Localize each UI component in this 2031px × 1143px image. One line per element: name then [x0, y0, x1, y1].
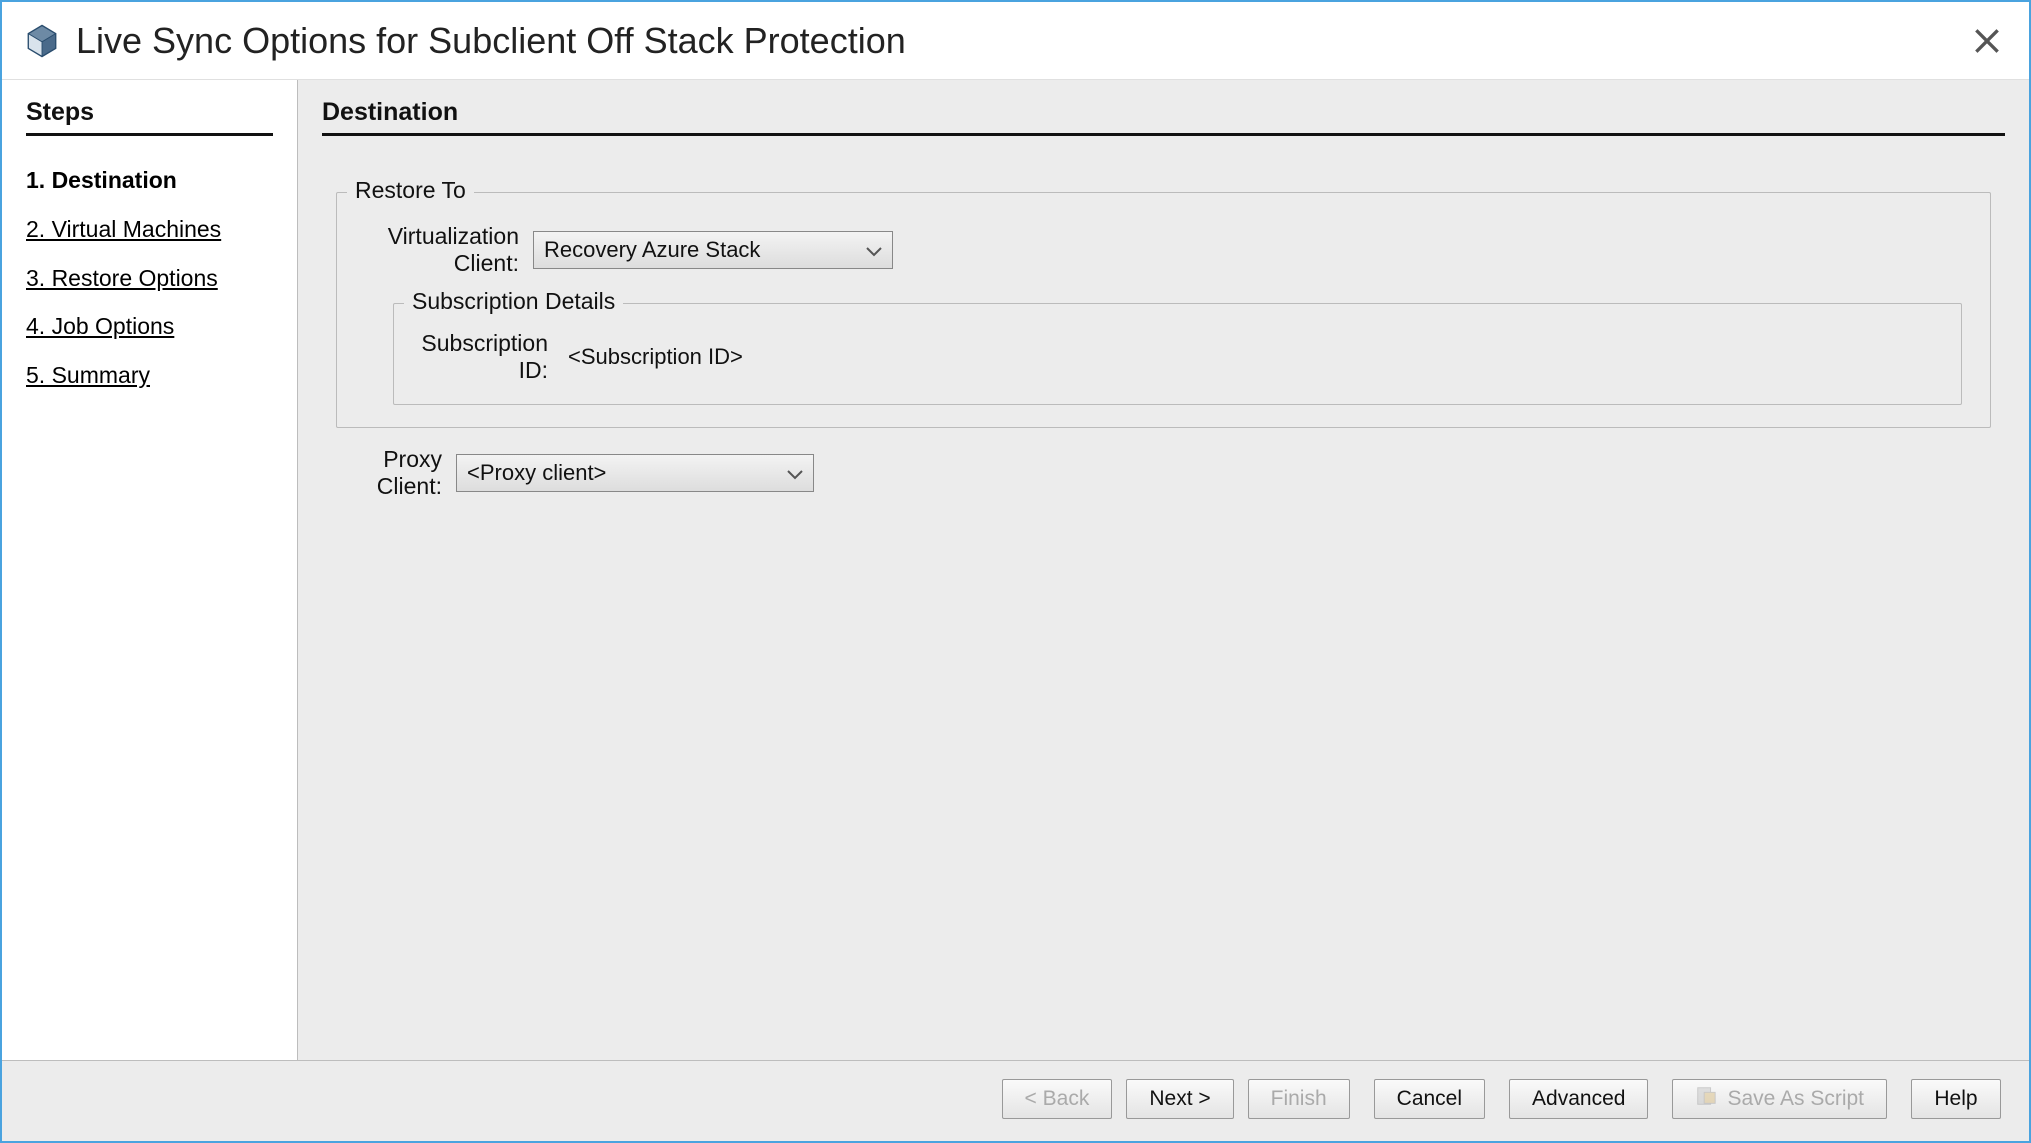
wizard-footer: < Back Next > Finish Cancel Advanced Sav…	[2, 1060, 2029, 1141]
app-icon	[24, 23, 60, 59]
form-area: Restore To Virtualization Client: Recove…	[322, 136, 2005, 1060]
script-icon	[1695, 1085, 1717, 1113]
help-button[interactable]: Help	[1911, 1079, 2001, 1119]
wizard-window: Live Sync Options for Subclient Off Stac…	[0, 0, 2031, 1143]
virtualization-client-value: Recovery Azure Stack	[544, 237, 760, 263]
subscription-id-value: <Subscription ID>	[562, 344, 743, 370]
proxy-client-label: Proxy Client:	[336, 446, 456, 500]
close-icon	[1971, 25, 2003, 57]
window-title: Live Sync Options for Subclient Off Stac…	[76, 20, 1967, 62]
virtualization-client-row: Virtualization Client: Recovery Azure St…	[365, 223, 1962, 277]
cancel-button[interactable]: Cancel	[1374, 1079, 1485, 1119]
advanced-button[interactable]: Advanced	[1509, 1079, 1648, 1119]
subscription-id-row: Subscription ID: <Subscription ID>	[418, 330, 1937, 384]
restore-to-legend: Restore To	[347, 177, 474, 204]
next-button[interactable]: Next >	[1126, 1079, 1233, 1119]
save-as-script-label: Save As Script	[1727, 1087, 1864, 1111]
restore-to-group: Restore To Virtualization Client: Recove…	[336, 192, 1991, 428]
subscription-details-legend: Subscription Details	[404, 288, 623, 315]
chevron-down-icon	[787, 460, 803, 486]
main-panel: Destination Restore To Virtualization Cl…	[298, 80, 2029, 1060]
back-button[interactable]: < Back	[1002, 1079, 1113, 1119]
titlebar: Live Sync Options for Subclient Off Stac…	[2, 2, 2029, 80]
subscription-details-group: Subscription Details Subscription ID: <S…	[393, 303, 1962, 405]
step-summary[interactable]: 5. Summary	[26, 357, 273, 394]
step-virtual-machines[interactable]: 2. Virtual Machines	[26, 211, 273, 248]
steps-sidebar: Steps 1. Destination 2. Virtual Machines…	[2, 80, 298, 1060]
step-destination[interactable]: 1. Destination	[26, 162, 273, 199]
save-as-script-button[interactable]: Save As Script	[1672, 1079, 1887, 1119]
proxy-client-row: Proxy Client: <Proxy client>	[336, 446, 1991, 500]
virtualization-client-select[interactable]: Recovery Azure Stack	[533, 231, 893, 269]
proxy-client-value: <Proxy client>	[467, 460, 606, 486]
close-button[interactable]	[1967, 21, 2007, 61]
proxy-client-select[interactable]: <Proxy client>	[456, 454, 814, 492]
wizard-body: Steps 1. Destination 2. Virtual Machines…	[2, 80, 2029, 1060]
page-title: Destination	[322, 98, 2005, 136]
virtualization-client-label: Virtualization Client:	[365, 223, 533, 277]
finish-button[interactable]: Finish	[1248, 1079, 1350, 1119]
subscription-id-label: Subscription ID:	[418, 330, 562, 384]
step-restore-options[interactable]: 3. Restore Options	[26, 260, 273, 297]
step-job-options[interactable]: 4. Job Options	[26, 308, 273, 345]
chevron-down-icon	[866, 237, 882, 263]
steps-heading: Steps	[26, 98, 273, 136]
